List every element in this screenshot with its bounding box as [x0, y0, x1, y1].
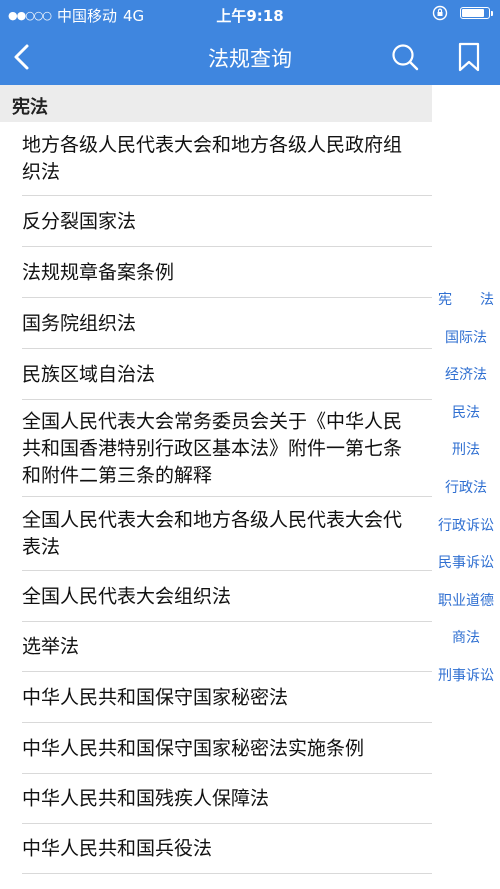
index-item[interactable]: 行政法 — [432, 470, 500, 508]
law-list-item[interactable]: 全国人民代表大会和地方各级人民代表大会代表法 — [0, 497, 432, 571]
law-title: 民族区域自治法 — [22, 363, 156, 385]
law-title: 地方各级人民代表大会和地方各级人民政府组织法 — [22, 134, 403, 183]
bookmark-button[interactable] — [452, 40, 486, 74]
law-list: 地方各级人民代表大会和地方各级人民政府组织法反分裂国家法法规规章备案条例 国务院组… — [0, 122, 432, 874]
index-item[interactable]: 刑法 — [432, 432, 500, 470]
law-title: 全国人民代表大会常务委员会关于《中华人民共和国香港特别行政区基本法》附件一第七条… — [22, 410, 403, 486]
law-title: 反分裂国家法 — [22, 210, 137, 232]
law-title: 中华人民共和国保守国家秘密法实施条例 — [22, 737, 365, 759]
law-list-item[interactable]: 中华人民共和国保守国家秘密法实施条例 — [0, 723, 432, 774]
battery-level — [462, 9, 484, 17]
law-title: 全国人民代表大会和地方各级人民代表大会代表法 — [22, 509, 403, 558]
index-item[interactable]: 宪 法 — [432, 282, 500, 320]
index-item[interactable]: 职业道德 — [432, 583, 500, 621]
index-item[interactable]: 民事诉讼 — [432, 545, 500, 583]
law-title: 中华人民共和国兵役法 — [22, 837, 213, 860]
law-list-item[interactable]: 中华人民共和国保守国家秘密法 — [0, 672, 432, 723]
law-list-item[interactable]: 全国人民代表大会常务委员会关于《中华人民共和国香港特别行政区基本法》附件一第七条… — [0, 400, 432, 497]
section-header: 宪法 — [0, 85, 432, 122]
nav-bar: 法规查询 — [0, 28, 500, 85]
index-item[interactable]: 经济法 — [432, 357, 500, 395]
law-title: 中华人民共和国残疾人保障法 — [22, 787, 270, 810]
status-time: 上午9:18 — [216, 7, 284, 25]
bookmark-icon — [458, 42, 480, 72]
law-list-item[interactable]: 法规规章备案条例 — [0, 247, 432, 298]
search-icon — [392, 44, 419, 71]
law-list-item[interactable]: 地方各级人民代表大会和地方各级人民政府组织法 — [0, 122, 432, 196]
index-item[interactable]: 商法 — [432, 620, 500, 658]
page-title: 法规查询 — [208, 47, 292, 71]
law-title: 中华人民共和国保守国家秘密法 — [22, 686, 289, 708]
law-list-item[interactable]: 中华人民共和国残疾人保障法 — [0, 774, 432, 824]
status-bar: ●●○○○ 中国移动 4G 上午9:18 — [0, 0, 500, 28]
law-title: 国务院组织法 — [22, 312, 137, 334]
law-list-item[interactable]: 全国人民代表大会组织法 — [0, 571, 432, 622]
search-button[interactable] — [388, 40, 422, 74]
category-index: 宪 法国际法 经济法 民法 刑法 行政法 行政诉讼 民事诉讼 职业道德 商法 刑事诉讼 — [432, 282, 500, 696]
law-title: 法规规章备案条例 — [22, 261, 175, 283]
law-list-item[interactable]: 国务院组织法 — [0, 298, 432, 349]
law-list-item[interactable]: 选举法 — [0, 622, 432, 672]
index-item[interactable]: 行政诉讼 — [432, 508, 500, 546]
law-title: 全国人民代表大会组织法 — [22, 585, 232, 607]
law-list-item[interactable]: 中华人民共和国兵役法 — [0, 824, 432, 874]
law-title: 选举法 — [22, 635, 80, 658]
index-item[interactable]: 国际法 — [432, 320, 500, 358]
battery-icon — [460, 7, 493, 19]
rotation-lock-icon — [432, 5, 448, 21]
law-list-item[interactable]: 民族区域自治法 — [0, 349, 432, 400]
row-divider — [22, 873, 432, 874]
law-list-item[interactable]: 反分裂国家法 — [0, 196, 432, 247]
index-item[interactable]: 民法 — [432, 395, 500, 433]
index-item[interactable]: 刑事诉讼 — [432, 658, 500, 696]
